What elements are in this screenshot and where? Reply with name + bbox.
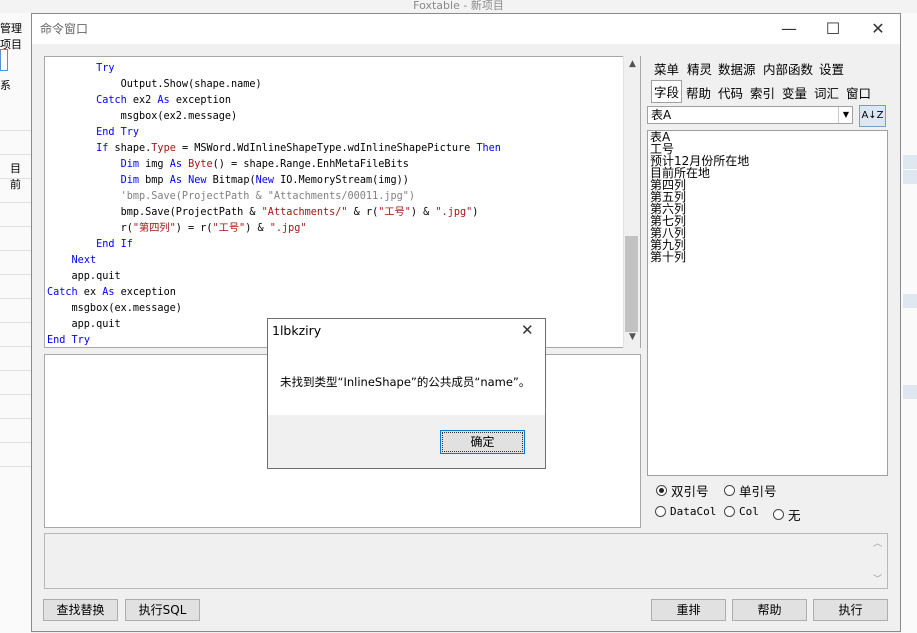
maximize-button[interactable]: ☐ bbox=[810, 14, 856, 44]
help-button[interactable]: 帮助 bbox=[732, 599, 807, 621]
radio-none[interactable]: 无 bbox=[773, 505, 801, 524]
code-line: Next bbox=[71, 255, 97, 266]
error-dialog: 1lbkziry ✕ 未找到类型“InlineShape”的公共成员“name”… bbox=[267, 318, 546, 469]
menu-item[interactable]: 内部函数 bbox=[763, 59, 813, 78]
tab-variables[interactable]: 变量 bbox=[782, 83, 807, 102]
scrollbar-thumb[interactable] bbox=[625, 236, 638, 332]
code-line: If shape.Type = MSWord.WdInlineShapeType… bbox=[96, 143, 501, 154]
parent-app-left-strip: 管理项目 系 目前 bbox=[0, 13, 31, 633]
radio-label: 无 bbox=[788, 508, 801, 523]
code-line: msgbox(ex2.message) bbox=[47, 111, 238, 122]
tab-fields[interactable]: 字段 bbox=[651, 80, 683, 103]
field-list[interactable]: 表A 工号 预计12月份所在地 目前所在地 第四列 第五列 第六列 第七列 第八… bbox=[647, 130, 888, 476]
radio-double-quote[interactable]: 双引号 bbox=[656, 481, 709, 500]
code-line: Output.Show(shape.name) bbox=[47, 79, 262, 90]
radio-col[interactable]: Col bbox=[724, 505, 759, 518]
menu-item[interactable]: 菜单 bbox=[654, 59, 679, 78]
tab-window[interactable]: 窗口 bbox=[846, 83, 871, 102]
code-line: app.quit bbox=[47, 319, 121, 330]
tab-code[interactable]: 代码 bbox=[718, 83, 743, 102]
radio-unchecked-icon bbox=[773, 509, 784, 520]
code-line: End Try bbox=[47, 335, 90, 346]
code-editor[interactable]: Try Output.Show(shape.name) Catch ex2 As… bbox=[44, 56, 641, 348]
ok-button-label: 确定 bbox=[470, 435, 495, 449]
parent-app-titlebar: Foxtable - 新项目 bbox=[0, 0, 917, 13]
sort-icon: A↓Z bbox=[861, 110, 884, 121]
list-item[interactable]: 表A bbox=[648, 131, 887, 143]
code-line: Try bbox=[96, 63, 115, 74]
window-title: 命令窗口 bbox=[40, 22, 89, 36]
radio-unchecked-icon bbox=[724, 485, 735, 496]
execute-button[interactable]: 执行 bbox=[813, 599, 888, 621]
code-line: Catch ex As exception bbox=[47, 287, 176, 298]
bottom-input-box[interactable]: ︿ ﹀ bbox=[44, 533, 888, 589]
code-line: Dim img As Byte() = shape.Range.EnhMetaF… bbox=[120, 159, 409, 170]
scroll-up-arrow-icon[interactable]: ▲ bbox=[624, 59, 641, 69]
code-line: Dim bmp As New Bitmap(New IO.MemoryStrea… bbox=[120, 175, 409, 186]
parent-label-fragment-4: 系 bbox=[0, 79, 11, 92]
radio-single-quote[interactable]: 单引号 bbox=[724, 481, 777, 500]
parent-menu-fragment: 管理项目 bbox=[0, 22, 22, 51]
find-replace-button[interactable]: 查找替换 bbox=[43, 599, 118, 621]
minimize-button[interactable]: — bbox=[766, 14, 812, 44]
code-line: End Try bbox=[96, 127, 140, 138]
tab-help[interactable]: 帮助 bbox=[686, 83, 711, 102]
menu-item[interactable]: 精灵 bbox=[687, 59, 712, 78]
radio-label: 双引号 bbox=[671, 484, 709, 499]
menu-item[interactable]: 设置 bbox=[819, 59, 844, 78]
exec-sql-button[interactable]: 执行SQL bbox=[125, 599, 200, 621]
radio-label: 单引号 bbox=[739, 484, 777, 499]
code-line: app.quit bbox=[47, 271, 121, 282]
window-titlebar: 命令窗口 — ☐ ✕ bbox=[32, 14, 900, 44]
code-line: bmp.Save(ProjectPath & "Attachments/" & … bbox=[47, 207, 479, 218]
tab-index[interactable]: 索引 bbox=[750, 83, 775, 102]
code-line: r("第四列") = r("工号") & ".jpg" bbox=[47, 223, 307, 234]
radio-checked-icon bbox=[656, 485, 667, 496]
table-select-value: 表A bbox=[651, 108, 672, 122]
code-text: Try Output.Show(shape.name) Catch ex2 As… bbox=[47, 61, 501, 347]
parent-column-fragment: 目前 bbox=[10, 162, 21, 191]
rearrange-button[interactable]: 重排 bbox=[651, 599, 726, 621]
radio-datacol[interactable]: DataCol bbox=[655, 505, 716, 518]
radio-unchecked-icon bbox=[655, 506, 666, 517]
code-line: Catch ex2 As exception bbox=[96, 95, 232, 106]
sort-az-button[interactable]: A↓Z bbox=[859, 105, 886, 127]
ok-button[interactable]: 确定 bbox=[440, 430, 525, 454]
code-line: 'bmp.Save(ProjectPath & "Attachments/000… bbox=[47, 191, 416, 202]
radio-label: Col bbox=[739, 505, 759, 518]
table-select[interactable]: 表A bbox=[647, 106, 853, 124]
scroll-down-arrow-icon[interactable]: ﹀ bbox=[873, 572, 882, 585]
tab-vocabulary[interactable]: 词汇 bbox=[814, 83, 839, 102]
radio-unchecked-icon bbox=[724, 506, 735, 517]
chevron-down-icon[interactable]: ▼ bbox=[838, 107, 853, 123]
menu-item[interactable]: 数据源 bbox=[718, 59, 756, 78]
dialog-close-icon[interactable]: ✕ bbox=[521, 321, 534, 339]
parent-icon bbox=[0, 49, 8, 71]
scroll-down-arrow-icon[interactable]: ▼ bbox=[624, 332, 641, 342]
dialog-message: 未找到类型“InlineShape”的公共成员“name”。 bbox=[280, 375, 531, 389]
radio-label: DataCol bbox=[670, 505, 717, 518]
parent-app-right-strip bbox=[901, 13, 917, 633]
dialog-title: 1lbkziry bbox=[272, 323, 322, 338]
scroll-up-arrow-icon[interactable]: ︿ bbox=[873, 536, 882, 549]
close-button[interactable]: ✕ bbox=[855, 14, 901, 44]
code-line: msgbox(ex.message) bbox=[47, 303, 182, 314]
code-line: End If bbox=[96, 239, 133, 250]
list-item[interactable]: 第十列 bbox=[648, 251, 887, 263]
